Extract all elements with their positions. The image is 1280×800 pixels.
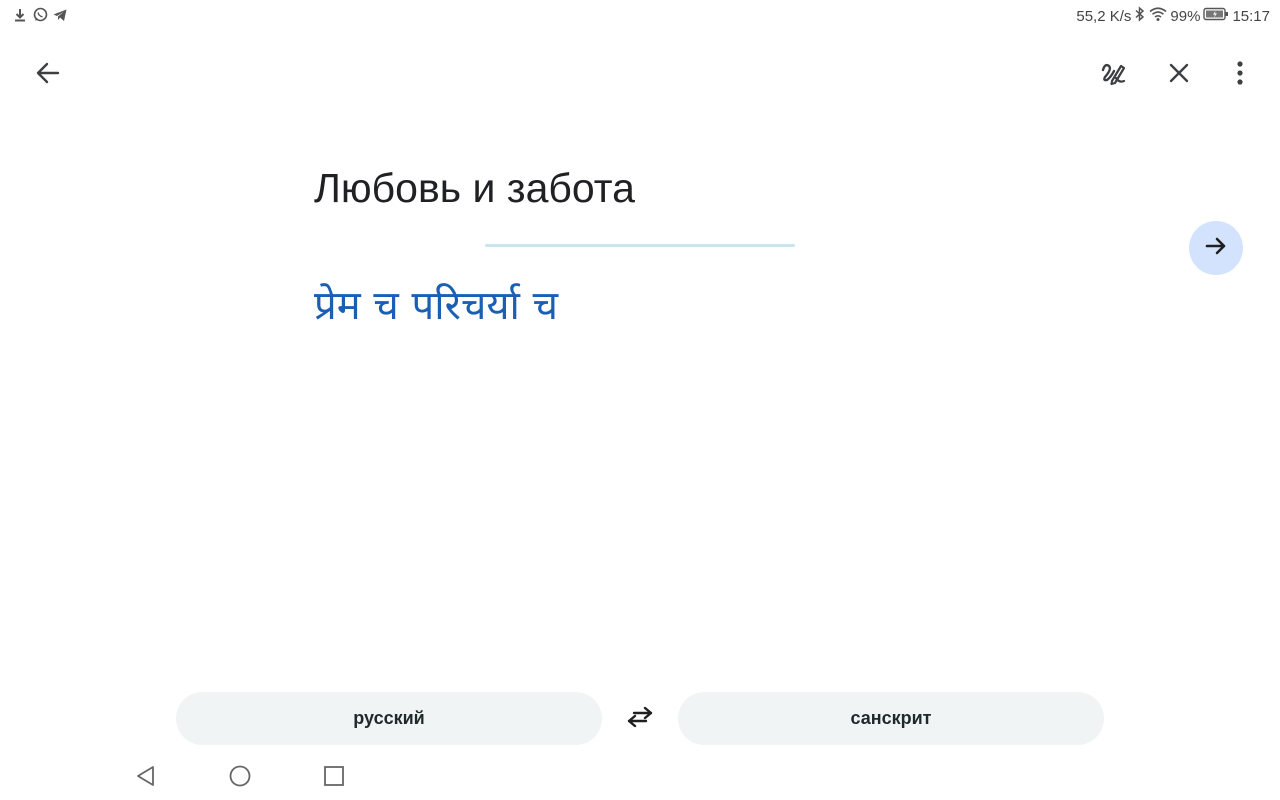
- target-language-label: санскрит: [850, 708, 932, 728]
- status-notifications: [12, 7, 68, 23]
- nav-back-button[interactable]: [128, 762, 164, 794]
- back-button[interactable]: [24, 51, 72, 99]
- nav-home-button[interactable]: [222, 762, 258, 794]
- clear-text-button[interactable]: [1155, 51, 1203, 99]
- handwriting-button[interactable]: [1090, 51, 1138, 99]
- more-options-button[interactable]: [1216, 51, 1264, 99]
- nav-recents-icon: [323, 765, 345, 792]
- swap-languages-button[interactable]: [616, 696, 664, 742]
- text-divider: [485, 244, 795, 247]
- network-speed: 55,2 K/s: [1076, 7, 1132, 25]
- nav-recents-button[interactable]: [316, 762, 352, 794]
- nav-home-icon: [228, 764, 252, 793]
- target-language-button[interactable]: санскрит: [678, 692, 1104, 745]
- close-icon: [1167, 61, 1191, 90]
- status-system: 55,2 K/s 99% 15:17: [1076, 6, 1270, 26]
- translation-output: प्रेम च परिचर्या च: [314, 283, 559, 329]
- back-arrow-icon: [35, 60, 61, 91]
- translate-go-button[interactable]: [1189, 221, 1243, 275]
- battery-level: 99%: [1170, 7, 1201, 25]
- clock: 15:17: [1232, 7, 1270, 25]
- whatsapp-icon: [32, 7, 48, 23]
- source-language-button[interactable]: русский: [176, 692, 602, 745]
- bluetooth-icon: [1134, 6, 1146, 26]
- download-icon: [12, 7, 28, 23]
- arrow-forward-icon: [1204, 234, 1228, 263]
- source-language-label: русский: [353, 708, 425, 728]
- status-bar: 55,2 K/s 99% 15:17: [0, 0, 1280, 32]
- handwriting-icon: [1100, 59, 1128, 92]
- telegram-icon: [52, 7, 68, 23]
- battery-icon: [1203, 7, 1229, 25]
- wifi-icon: [1149, 6, 1167, 26]
- source-text-input[interactable]: Любовь и забота: [314, 162, 1014, 214]
- swap-arrows-icon: [625, 705, 655, 734]
- nav-back-icon: [135, 764, 157, 793]
- more-vert-icon: [1236, 60, 1244, 91]
